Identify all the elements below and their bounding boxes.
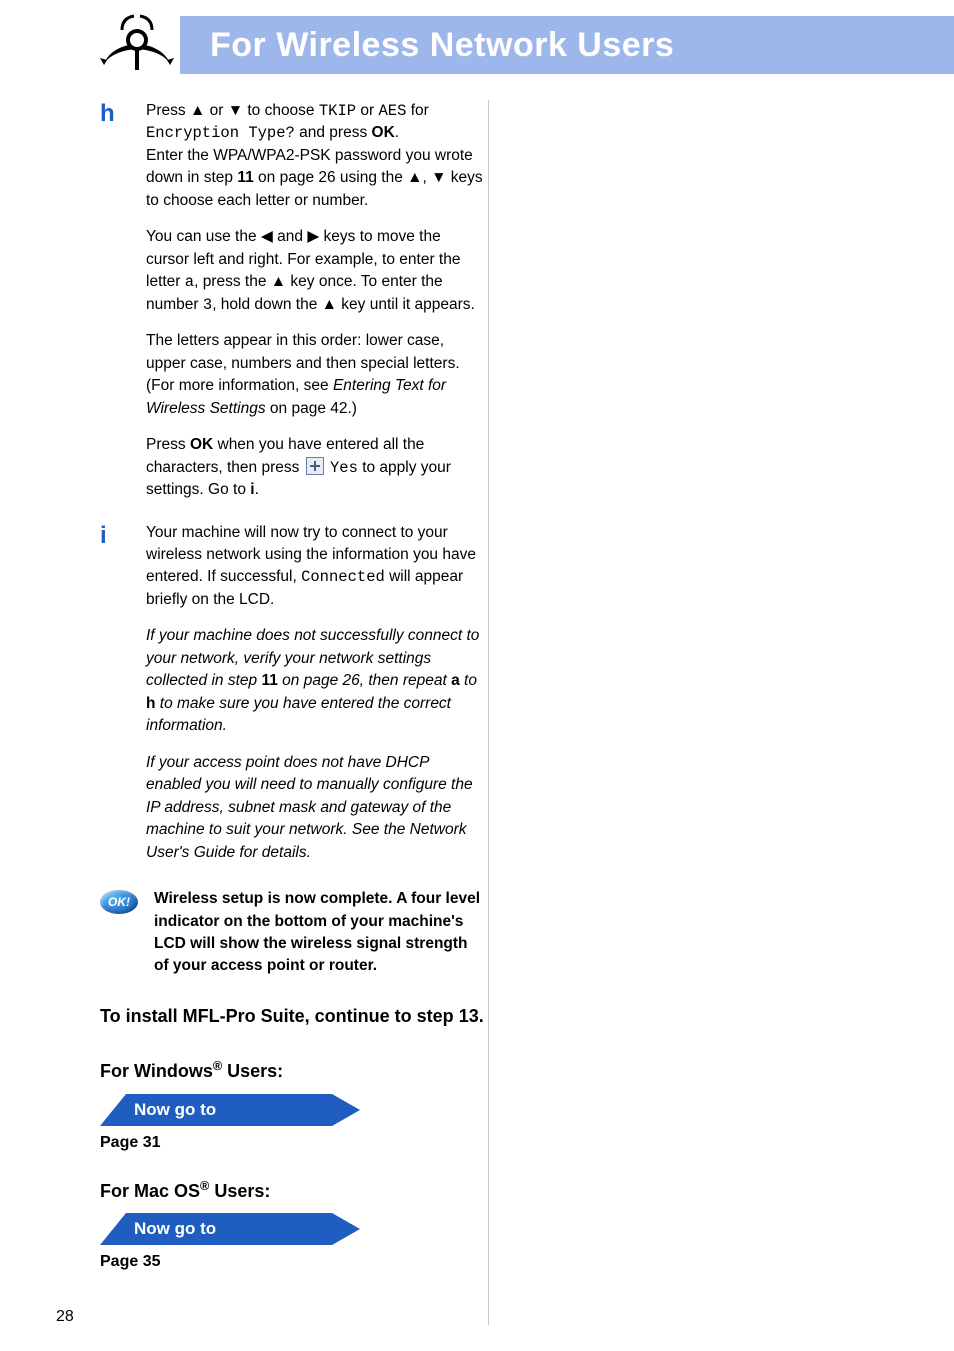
chevron-right-icon: [332, 1213, 360, 1245]
page: For Wireless Network Users h P: [0, 0, 954, 1351]
mac-goto-banner: Now go to: [100, 1213, 360, 1245]
step-i: i Your machine will now try to connect t…: [100, 522, 485, 879]
windows-heading: For Windows® Users:: [100, 1058, 485, 1083]
step-i-p2: If your machine does not successfully co…: [146, 625, 485, 737]
step-h-p4: Press OK when you have entered all the c…: [146, 434, 485, 501]
ok-badge: OK!: [100, 888, 140, 978]
page-number: 28: [56, 1308, 74, 1326]
windows-page-link[interactable]: Page 31: [100, 1134, 485, 1152]
windows-goto-banner: Now go to: [100, 1094, 360, 1126]
install-intro: To install MFL-Pro Suite, continue to st…: [100, 1004, 485, 1028]
plus-key-icon: [306, 457, 324, 475]
step-letter-i: i: [100, 522, 146, 879]
mac-page-link[interactable]: Page 35: [100, 1253, 485, 1271]
chevron-right-icon: [332, 1094, 360, 1126]
step-i-p3: If your access point does not have DHCP …: [146, 752, 485, 864]
left-column: h Press ▲ or ▼ to choose TKIP or AES for…: [100, 100, 485, 1271]
ok-row: OK! Wireless setup is now complete. A fo…: [100, 888, 485, 978]
step-letter-h: h: [100, 100, 146, 516]
content: h Press ▲ or ▼ to choose TKIP or AES for…: [100, 100, 890, 1271]
wireless-icon: [100, 10, 174, 80]
windows-goto-label: Now go to: [100, 1094, 332, 1126]
mac-heading: For Mac OS® Users:: [100, 1178, 485, 1203]
step-h-p3: The letters appear in this order: lower …: [146, 330, 485, 420]
ok-badge-icon: OK!: [100, 890, 138, 914]
step-h-p2: You can use the ◀ and ▶ keys to move the…: [146, 226, 485, 316]
step-i-p1: Your machine will now try to connect to …: [146, 522, 485, 612]
right-column: [505, 100, 890, 1271]
mac-goto-label: Now go to: [100, 1213, 332, 1245]
step-h-p1: Press ▲ or ▼ to choose TKIP or AES for E…: [146, 100, 485, 212]
page-title: For Wireless Network Users: [210, 26, 674, 65]
header-band: For Wireless Network Users: [180, 16, 954, 74]
ok-text: Wireless setup is now complete. A four l…: [140, 888, 485, 978]
step-h: h Press ▲ or ▼ to choose TKIP or AES for…: [100, 100, 485, 516]
